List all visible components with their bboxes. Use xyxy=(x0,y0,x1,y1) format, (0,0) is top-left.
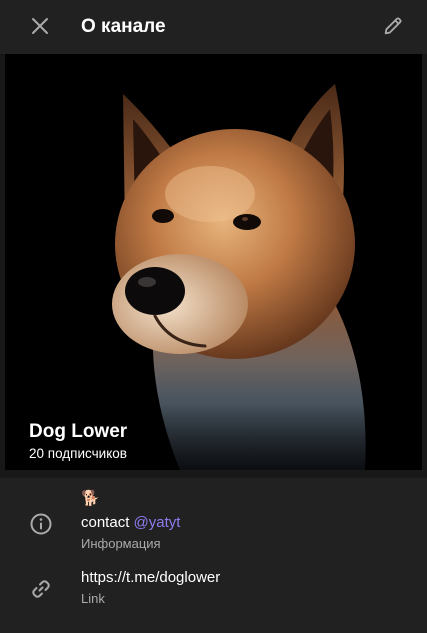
pencil-icon xyxy=(384,17,402,35)
channel-avatar-cover[interactable]: Dog Lower 20 подписчиков xyxy=(5,54,422,470)
close-button[interactable] xyxy=(22,8,58,44)
close-icon xyxy=(32,18,48,34)
description-prefix: contact xyxy=(81,514,130,531)
contact-mention-link[interactable]: @yatyt xyxy=(134,514,181,531)
page-title: О канале xyxy=(81,16,166,37)
top-bar: О канале xyxy=(0,0,427,54)
channel-name: Dog Lower xyxy=(29,421,128,442)
edit-button[interactable] xyxy=(375,8,411,44)
subscriber-count: 20 подписчиков xyxy=(29,446,127,461)
link-icon xyxy=(27,575,55,603)
description-text: contact @yatyt xyxy=(81,513,180,533)
description-label: Информация xyxy=(81,536,161,551)
link-label: Link xyxy=(81,591,105,606)
description-emoji: 🐕 xyxy=(81,490,100,507)
info-panel xyxy=(0,478,427,633)
channel-link[interactable]: https://t.me/doglower xyxy=(81,568,220,588)
info-circle-icon xyxy=(27,510,55,538)
